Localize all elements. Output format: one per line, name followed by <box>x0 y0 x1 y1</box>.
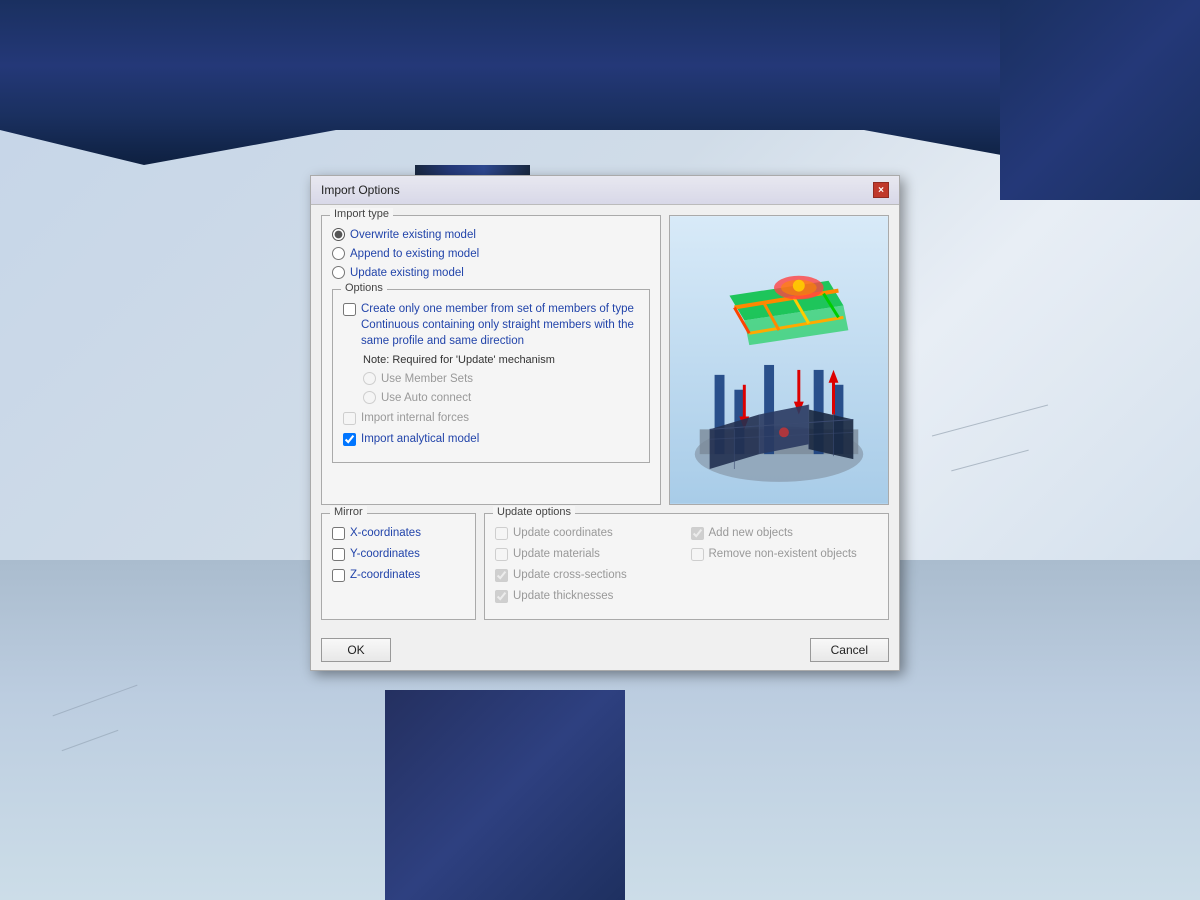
update-thicknesses-checkbox[interactable] <box>495 590 508 603</box>
x-coord-checkbox[interactable] <box>332 527 345 540</box>
radio-append[interactable]: Append to existing model <box>332 247 650 260</box>
import-forces-label: Import internal forces <box>361 410 469 426</box>
radio-member-sets-label: Use Member Sets <box>381 373 473 385</box>
top-row: Import type Overwrite existing model App… <box>321 215 889 505</box>
update-cross-sections-label: Update cross-sections <box>513 567 627 583</box>
radio-member-sets[interactable]: Use Member Sets <box>363 372 639 385</box>
radio-auto-connect-label: Use Auto connect <box>381 392 471 404</box>
remove-nonexistent-label: Remove non-existent objects <box>709 546 857 562</box>
checkbox-x-coord[interactable]: X-coordinates <box>332 525 465 541</box>
update-thicknesses-label: Update thicknesses <box>513 588 613 604</box>
checkbox-remove-nonexistent[interactable]: Remove non-existent objects <box>691 546 879 562</box>
dialog-content: Import type Overwrite existing model App… <box>311 205 899 630</box>
radio-update-input[interactable] <box>332 266 345 279</box>
checkbox-import-forces[interactable]: Import internal forces <box>343 410 639 426</box>
options-legend: Options <box>341 282 387 294</box>
radio-update-label: Update existing model <box>350 267 464 279</box>
radio-update[interactable]: Update existing model <box>332 266 650 279</box>
y-coord-checkbox[interactable] <box>332 548 345 561</box>
radio-overwrite[interactable]: Overwrite existing model <box>332 228 650 241</box>
create-member-checkbox[interactable] <box>343 303 356 316</box>
mirror-legend: Mirror <box>330 506 367 518</box>
options-group: Options Create only one member from set … <box>332 289 650 463</box>
z-coord-label: Z-coordinates <box>350 567 420 583</box>
update-materials-checkbox[interactable] <box>495 548 508 561</box>
checkbox-update-thicknesses[interactable]: Update thicknesses <box>495 588 683 604</box>
create-member-label: Create only one member from set of membe… <box>361 301 639 349</box>
preview-image <box>669 215 889 505</box>
import-type-legend: Import type <box>330 208 393 220</box>
update-col-left: Update coordinates Update materials Upda… <box>495 520 683 609</box>
checkbox-import-analytical[interactable]: Import analytical model <box>343 431 639 447</box>
update-coordinates-label: Update coordinates <box>513 525 613 541</box>
dialog-buttons: OK Cancel <box>311 630 899 670</box>
deco-line-2 <box>951 450 1029 472</box>
checkbox-update-materials[interactable]: Update materials <box>495 546 683 562</box>
import-options-dialog: Import Options × Import type Overwrite e… <box>310 175 900 671</box>
radio-append-label: Append to existing model <box>350 248 479 260</box>
update-materials-label: Update materials <box>513 546 600 562</box>
remove-nonexistent-checkbox[interactable] <box>691 548 704 561</box>
preview-svg <box>670 216 888 504</box>
bottom-row: Mirror X-coordinates Y-coordinates Z-coo… <box>321 513 889 620</box>
bg-column <box>385 690 625 900</box>
add-new-objects-label: Add new objects <box>709 525 793 541</box>
import-analytical-checkbox[interactable] <box>343 433 356 446</box>
bg-corner-right <box>1000 0 1200 200</box>
y-coord-label: Y-coordinates <box>350 546 420 562</box>
update-col-right: Add new objects Remove non-existent obje… <box>691 520 879 609</box>
checkbox-z-coord[interactable]: Z-coordinates <box>332 567 465 583</box>
update-options-group: Update options Update coordinates Update… <box>484 513 889 620</box>
update-cross-sections-checkbox[interactable] <box>495 569 508 582</box>
add-new-objects-checkbox[interactable] <box>691 527 704 540</box>
update-columns: Update coordinates Update materials Upda… <box>495 520 878 609</box>
x-coord-label: X-coordinates <box>350 525 421 541</box>
dialog-title: Import Options <box>321 183 400 197</box>
checkbox-create-member[interactable]: Create only one member from set of membe… <box>343 301 639 349</box>
note-text: Note: Required for 'Update' mechanism <box>363 354 639 366</box>
z-coord-checkbox[interactable] <box>332 569 345 582</box>
mirror-group: Mirror X-coordinates Y-coordinates Z-coo… <box>321 513 476 620</box>
radio-overwrite-label: Overwrite existing model <box>350 229 476 241</box>
radio-append-input[interactable] <box>332 247 345 260</box>
close-button[interactable]: × <box>873 182 889 198</box>
import-forces-checkbox[interactable] <box>343 412 356 425</box>
update-coordinates-checkbox[interactable] <box>495 527 508 540</box>
import-type-group: Import type Overwrite existing model App… <box>321 215 661 505</box>
radio-auto-connect[interactable]: Use Auto connect <box>363 391 639 404</box>
ok-button[interactable]: OK <box>321 638 391 662</box>
checkbox-y-coord[interactable]: Y-coordinates <box>332 546 465 562</box>
radio-auto-connect-input[interactable] <box>363 391 376 404</box>
dialog-titlebar: Import Options × <box>311 176 899 205</box>
import-analytical-label: Import analytical model <box>361 431 479 447</box>
checkbox-update-cross-sections[interactable]: Update cross-sections <box>495 567 683 583</box>
radio-member-sets-input[interactable] <box>363 372 376 385</box>
update-options-legend: Update options <box>493 506 575 518</box>
cancel-button[interactable]: Cancel <box>810 638 889 662</box>
checkbox-update-coordinates[interactable]: Update coordinates <box>495 525 683 541</box>
deco-line-1 <box>932 404 1048 436</box>
radio-overwrite-input[interactable] <box>332 228 345 241</box>
checkbox-add-new-objects[interactable]: Add new objects <box>691 525 879 541</box>
